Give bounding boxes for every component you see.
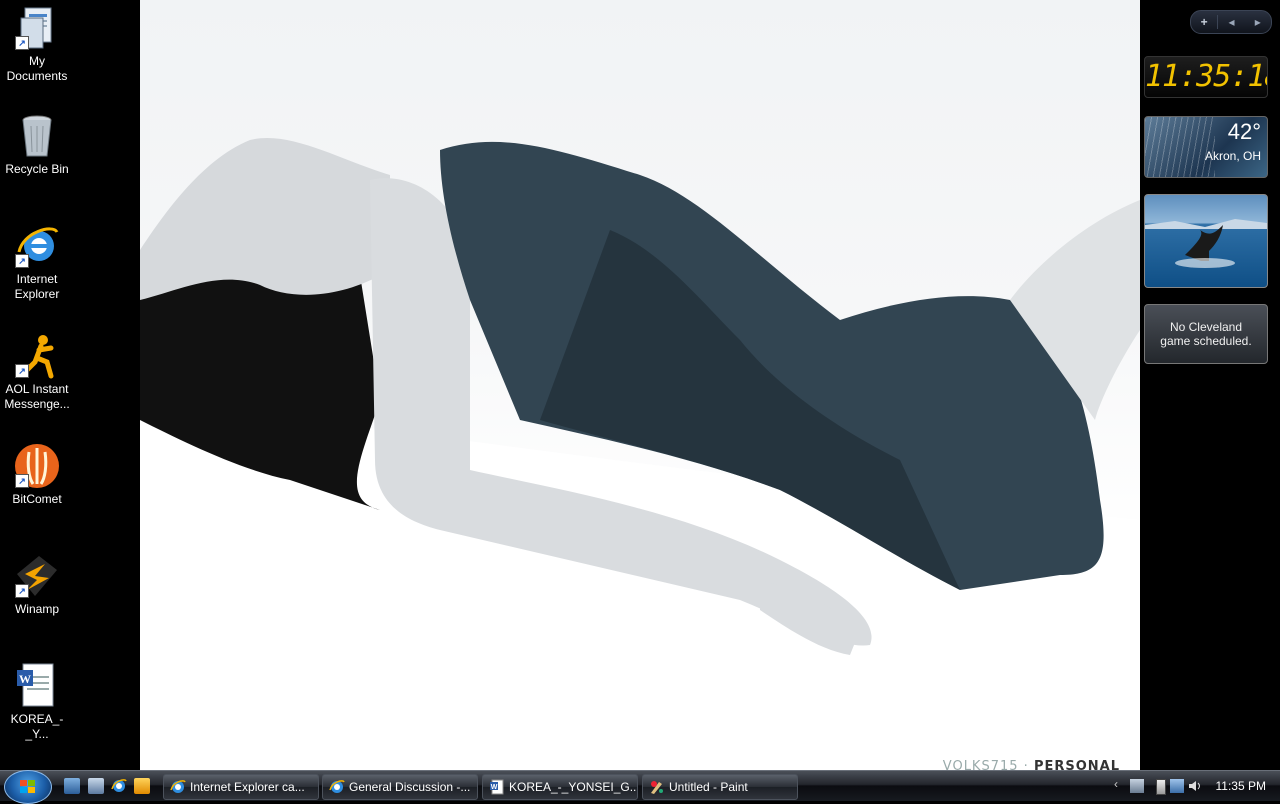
desktop-wallpaper: VOLKS715 · PERSONAL bbox=[140, 0, 1140, 770]
wallpaper-illustration bbox=[140, 138, 1140, 770]
shortcut-arrow-icon: ↗ bbox=[15, 584, 29, 598]
recycle-bin-icon bbox=[13, 112, 61, 160]
shortcut-arrow-icon: ↗ bbox=[15, 254, 29, 268]
taskbar-button-paint[interactable]: Untitled - Paint bbox=[642, 774, 798, 800]
add-gadget-button[interactable]: + bbox=[1191, 15, 1219, 29]
weather-city: Akron, OH bbox=[1204, 149, 1261, 163]
clock-gadget[interactable]: 11:35:18 bbox=[1144, 56, 1268, 98]
word-document-icon: W bbox=[13, 662, 61, 710]
slideshow-gadget[interactable] bbox=[1144, 194, 1268, 288]
internet-explorer-icon bbox=[170, 780, 186, 793]
taskbar-button-korea-document[interactable]: W KOREA_-_YONSEI_G... bbox=[482, 774, 638, 800]
bitcomet-icon: ↗ bbox=[13, 442, 61, 490]
svg-text:W: W bbox=[491, 784, 498, 791]
wallpaper-brand-dark: PERSONAL bbox=[1033, 759, 1120, 770]
sidebar-controls: + ◂ ▸ bbox=[1190, 10, 1272, 34]
desktop-icon-recycle-bin[interactable]: Recycle Bin bbox=[0, 112, 74, 177]
desktop-icon-label: Internet Explorer bbox=[14, 272, 60, 301]
next-page-button[interactable]: ▸ bbox=[1245, 15, 1271, 29]
desktop-icon-bitcomet[interactable]: ↗ BitComet bbox=[0, 442, 74, 507]
word-document-icon: W bbox=[490, 779, 504, 795]
desktop-icon-label: KOREA_-_Y... bbox=[10, 712, 64, 741]
clock-time: 11:35:18 bbox=[1145, 59, 1268, 94]
desktop-icon-label: Winamp bbox=[14, 602, 59, 616]
shortcut-arrow-icon: ↗ bbox=[15, 474, 29, 488]
desktop-icon-label: AOL Instant Messenge... bbox=[4, 382, 70, 411]
wallpaper-brand: VOLKS715 · PERSONAL bbox=[943, 759, 1120, 770]
volume-icon[interactable] bbox=[1188, 779, 1202, 793]
chevron-left-icon[interactable]: ‹ bbox=[1114, 777, 1128, 791]
media-player-icon[interactable] bbox=[134, 778, 150, 794]
taskbar-button-label: Internet Explorer ca... bbox=[190, 780, 305, 794]
desktop-icon-aol-instant-messenger[interactable]: ↗ AOL Instant Messenge... bbox=[0, 332, 74, 412]
desktop-icon-label: BitComet bbox=[12, 492, 62, 506]
internet-explorer-quicklaunch-icon[interactable] bbox=[111, 778, 127, 794]
whale-tail-image bbox=[1145, 219, 1267, 268]
start-button[interactable] bbox=[4, 770, 52, 804]
folder-icon: ↗ bbox=[13, 4, 61, 52]
taskbar-button-label: General Discussion -... bbox=[349, 780, 471, 794]
battery-icon[interactable] bbox=[1156, 779, 1166, 795]
taskbar-button-label: KOREA_-_YONSEI_G... bbox=[509, 780, 638, 794]
shortcut-arrow-icon: ↗ bbox=[15, 364, 29, 378]
score-message-line1: No Cleveland bbox=[1169, 320, 1243, 334]
winamp-icon: ↗ bbox=[13, 552, 61, 600]
desktop-icon-label: Recycle Bin bbox=[5, 162, 69, 176]
taskbar-button-internet-explorer[interactable]: Internet Explorer ca... bbox=[163, 774, 319, 800]
weather-temperature: 42° bbox=[1227, 119, 1261, 144]
system-tray: ‹ 11:35 PM bbox=[1110, 771, 1280, 801]
score-message-line2: game scheduled. bbox=[1160, 334, 1252, 348]
svg-text:W: W bbox=[19, 672, 31, 686]
aol-instant-messenger-icon: ↗ bbox=[13, 332, 61, 380]
taskbar-button-label: Untitled - Paint bbox=[669, 780, 748, 794]
desktop-icon-my-documents[interactable]: ↗ My Documents bbox=[0, 4, 74, 84]
desktop-icon-winamp[interactable]: ↗ Winamp bbox=[0, 552, 74, 617]
weather-gadget[interactable]: 42° Akron, OH bbox=[1144, 116, 1268, 178]
internet-explorer-icon bbox=[329, 780, 345, 793]
desktop-icon-label: My Documents bbox=[6, 54, 68, 83]
internet-explorer-icon: ↗ bbox=[13, 222, 61, 270]
taskbar-clock[interactable]: 11:35 PM bbox=[1216, 771, 1266, 801]
sports-score-gadget[interactable]: No Cleveland game scheduled. bbox=[1144, 304, 1268, 364]
windows-logo-icon bbox=[20, 780, 35, 793]
desktop-icon-internet-explorer[interactable]: ↗ Internet Explorer bbox=[0, 222, 74, 302]
switch-windows-icon[interactable] bbox=[88, 778, 104, 794]
taskbar: Internet Explorer ca... General Discussi… bbox=[0, 770, 1280, 804]
network-icon[interactable] bbox=[1170, 779, 1184, 793]
windows-sidebar: + ◂ ▸ 11:35:18 42° Akron, OH No Clevelan… bbox=[1140, 0, 1280, 770]
show-desktop-icon[interactable] bbox=[64, 778, 80, 794]
wallpaper-brand-light: VOLKS715 bbox=[942, 759, 1019, 770]
shortcut-arrow-icon: ↗ bbox=[15, 36, 29, 50]
keyboard-icon[interactable] bbox=[1130, 779, 1144, 793]
weather-rain-icon bbox=[1145, 117, 1215, 177]
desktop-icon-korea-document[interactable]: W KOREA_-_Y... bbox=[0, 662, 74, 742]
paint-icon bbox=[651, 781, 663, 794]
taskbar-button-general-discussion[interactable]: General Discussion -... bbox=[322, 774, 478, 800]
previous-page-button[interactable]: ◂ bbox=[1218, 15, 1244, 29]
